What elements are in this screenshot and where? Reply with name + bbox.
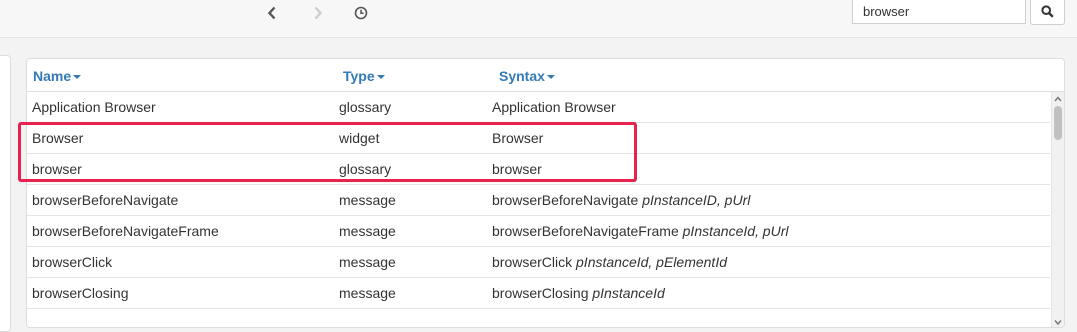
search-input[interactable] bbox=[852, 0, 1026, 24]
search-icon bbox=[1041, 5, 1054, 18]
table-body: Application Browser glossary Application… bbox=[27, 92, 1050, 309]
chevron-right-icon bbox=[314, 6, 323, 20]
cell-type: widget bbox=[339, 130, 380, 146]
cell-name: browser bbox=[32, 161, 82, 177]
cell-syntax: browserClosing pInstanceId bbox=[492, 285, 665, 301]
caret-down-icon bbox=[546, 75, 555, 80]
table-row[interactable]: browserBeforeNavigateFrame message brows… bbox=[27, 216, 1050, 247]
search-button[interactable] bbox=[1030, 0, 1065, 25]
table-row[interactable]: browser glossary browser bbox=[27, 154, 1050, 185]
cell-name: Browser bbox=[32, 130, 84, 146]
column-header-type[interactable]: Type bbox=[343, 68, 385, 84]
scroll-down-button[interactable] bbox=[1052, 315, 1064, 327]
cell-syntax: browserBeforeNavigate pInstanceID, pUrl bbox=[492, 192, 751, 208]
results-table: Name Type Syntax Application Browser glo… bbox=[26, 58, 1065, 328]
table-row[interactable]: browserBeforeNavigate message browserBef… bbox=[27, 185, 1050, 216]
cell-name: browserClick bbox=[32, 254, 113, 270]
left-panel-edge bbox=[0, 55, 11, 332]
cell-name: Application Browser bbox=[32, 99, 156, 115]
cell-name: browserBeforeNavigateFrame bbox=[32, 223, 219, 239]
table-row[interactable]: Application Browser glossary Application… bbox=[27, 92, 1050, 123]
chevron-up-icon bbox=[1054, 96, 1062, 102]
table-row[interactable]: browserClosing message browserClosing pI… bbox=[27, 278, 1050, 309]
scroll-thumb[interactable] bbox=[1054, 106, 1062, 140]
cell-syntax: Browser bbox=[492, 130, 544, 146]
cell-type: message bbox=[339, 254, 396, 270]
cell-syntax: browserBeforeNavigateFrame pInstanceId, … bbox=[492, 223, 789, 239]
cell-syntax: browserClick pInstanceId, pElementId bbox=[492, 254, 728, 270]
back-button[interactable] bbox=[259, 4, 285, 24]
cell-syntax: Application Browser bbox=[492, 99, 616, 115]
cell-name: browserBeforeNavigate bbox=[32, 192, 179, 208]
cell-type: message bbox=[339, 192, 396, 208]
cell-syntax: browser bbox=[492, 161, 542, 177]
cell-type: glossary bbox=[339, 161, 392, 177]
column-header-name[interactable]: Name bbox=[33, 68, 82, 84]
chevron-down-icon bbox=[1054, 320, 1062, 326]
cell-type: message bbox=[339, 223, 396, 239]
cell-name: browserClosing bbox=[32, 285, 129, 301]
cell-type: glossary bbox=[339, 99, 392, 115]
clock-icon bbox=[354, 6, 368, 20]
table-header: Name Type Syntax bbox=[27, 59, 1064, 92]
forward-button[interactable] bbox=[305, 4, 331, 24]
table-row[interactable]: Browser widget Browser bbox=[27, 123, 1050, 154]
history-button[interactable] bbox=[348, 4, 374, 24]
caret-down-icon bbox=[376, 75, 385, 80]
table-row[interactable]: browserClick message browserClick pInsta… bbox=[27, 247, 1050, 278]
column-header-syntax[interactable]: Syntax bbox=[499, 68, 555, 84]
top-toolbar bbox=[0, 0, 1077, 38]
cell-type: message bbox=[339, 285, 396, 301]
vertical-scrollbar[interactable] bbox=[1051, 92, 1064, 327]
chevron-left-icon bbox=[267, 6, 276, 20]
caret-down-icon bbox=[73, 75, 82, 80]
scroll-up-button[interactable] bbox=[1052, 92, 1064, 104]
